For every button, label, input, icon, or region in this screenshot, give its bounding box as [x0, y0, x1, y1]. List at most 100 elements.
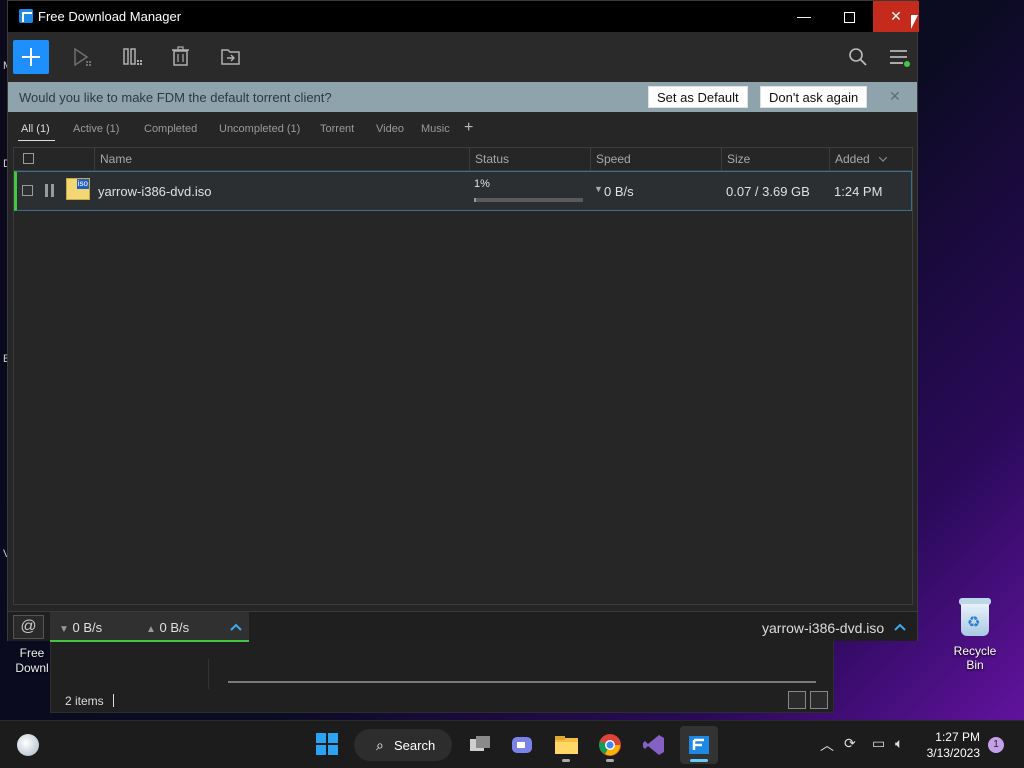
online-status-dot [904, 61, 910, 67]
tab-video[interactable]: Video [376, 123, 404, 135]
download-speed: ▼ 0 B/s [59, 620, 103, 635]
add-filter-button[interactable]: + [464, 119, 473, 137]
column-status[interactable]: Status [475, 152, 509, 166]
main-menu-button[interactable] [889, 48, 911, 68]
column-speed[interactable]: Speed [596, 152, 631, 166]
row-checkbox[interactable] [22, 185, 33, 196]
filter-tabs: All (1) Active (1) Completed Uncompleted… [8, 112, 917, 147]
divider [113, 694, 114, 707]
add-download-button[interactable] [13, 40, 49, 74]
speed-limit-snail-icon[interactable]: @ [13, 615, 44, 639]
iso-file-icon: iso [66, 178, 90, 200]
details-view-button[interactable] [788, 691, 806, 709]
taskbar-search[interactable]: ⌕ Search [354, 729, 452, 761]
recycle-bin-label: Recycle Bin [953, 644, 997, 672]
pause-all-button[interactable] [122, 46, 146, 70]
recycle-bin-icon: ♻ [958, 596, 992, 638]
mouse-cursor [911, 15, 918, 29]
maximize-icon [843, 11, 855, 23]
current-file-name[interactable]: yarrow-i386-dvd.iso [762, 620, 884, 636]
running-indicator [606, 759, 614, 762]
downloads-table: Name Status Speed Size Added iso yarrow-… [13, 147, 913, 605]
status-percent: 1% [474, 178, 490, 190]
resume-button[interactable] [71, 46, 95, 70]
table-header: Name Status Speed Size Added [14, 148, 912, 171]
tab-completed[interactable]: Completed [144, 123, 197, 135]
chevron-up-icon[interactable]: ︿ [820, 735, 834, 755]
toolbar [8, 32, 917, 82]
file-explorer-icon[interactable] [554, 733, 578, 757]
chevron-up-icon[interactable] [894, 623, 906, 631]
volume-icon[interactable]: 🔈︎ [895, 735, 903, 752]
download-arrow-icon: ▼ [594, 184, 603, 194]
row-added: 1:24 PM [834, 184, 883, 199]
search-label: Search [394, 738, 436, 753]
fdm-app-icon [19, 9, 33, 23]
delete-button[interactable] [171, 46, 191, 68]
search-button[interactable] [848, 47, 868, 67]
items-count: 2 items [65, 694, 104, 708]
desktop-shortcut-label: Free [19, 646, 45, 660]
row-size: 0.07 / 3.69 GB [726, 184, 810, 199]
trash-icon [173, 50, 188, 66]
running-indicator [562, 759, 570, 762]
maximize-button[interactable] [826, 1, 872, 32]
clock-date: 3/13/2023 [926, 746, 980, 760]
taskbar-clock[interactable]: 1:27 PM 3/13/2023 [924, 729, 980, 761]
column-name[interactable]: Name [100, 152, 132, 166]
pause-icon [123, 48, 129, 65]
speed-summary[interactable]: ▼ 0 B/s ▲ 0 B/s [50, 612, 249, 642]
fdm-window: Free Download Manager — ✕ Would you like… [7, 0, 919, 642]
banner-close-icon[interactable]: ✕ [889, 88, 901, 105]
tab-active[interactable]: Active (1) [73, 123, 119, 135]
teams-chat-icon[interactable] [510, 733, 534, 757]
tab-music[interactable]: Music [421, 123, 450, 135]
set-as-default-button[interactable]: Set as Default [648, 86, 748, 108]
play-icon [74, 47, 89, 67]
move-to-folder-button[interactable] [220, 47, 242, 67]
chrome-icon[interactable] [598, 733, 622, 757]
folder-icon [221, 49, 240, 65]
file-name: yarrow-i386-dvd.iso [98, 184, 212, 199]
tab-all[interactable]: All (1) [21, 123, 50, 135]
title-bar[interactable]: Free Download Manager — ✕ [8, 1, 919, 32]
start-button[interactable] [316, 733, 338, 755]
search-icon [849, 48, 863, 62]
upload-speed: ▲ 0 B/s [146, 620, 190, 635]
divider [208, 659, 209, 689]
table-row[interactable]: iso yarrow-i386-dvd.iso 1% ▼ 0 B/s 0.07 … [14, 171, 912, 211]
progress-bar [474, 198, 583, 202]
minimize-button[interactable]: — [781, 1, 827, 32]
tiles-view-button[interactable] [810, 691, 828, 709]
status-bar: @ ▼ 0 B/s ▲ 0 B/s yarrow-i386-dvd.iso [8, 611, 917, 642]
background-file-explorer: 2 items [50, 640, 834, 713]
window-title: Free Download Manager [38, 9, 182, 24]
notification-badge[interactable]: 1 [988, 737, 1004, 753]
weather-widget-icon[interactable] [17, 734, 39, 756]
row-speed: 0 B/s [604, 184, 634, 199]
recycle-bin[interactable]: ♻ Recycle Bin [944, 596, 1006, 672]
desktop-shortcut-fdm[interactable]: Free Downl [12, 646, 52, 676]
network-icon[interactable]: ▭ [872, 735, 885, 752]
chevron-up-icon [230, 623, 242, 631]
task-view-icon[interactable] [468, 733, 492, 757]
chevron-down-icon [879, 157, 887, 162]
column-added[interactable]: Added [835, 152, 870, 166]
progress-fill [474, 198, 477, 202]
search-icon: ⌕ [376, 737, 384, 753]
clock-time: 1:27 PM [935, 730, 980, 744]
select-all-checkbox[interactable] [23, 153, 34, 164]
active-tab-underline [18, 140, 55, 141]
pause-icon[interactable] [45, 184, 55, 197]
column-size[interactable]: Size [727, 152, 750, 166]
active-app-indicator [690, 759, 708, 762]
dont-ask-again-button[interactable]: Don't ask again [760, 86, 868, 108]
desktop-shortcut-label: Downl [15, 661, 49, 675]
taskbar: ⌕ Search ︿ ⟳ ▭ 🔈︎ 1:27 PM 3/13/2023 1 [0, 720, 1024, 768]
tab-torrent[interactable]: Torrent [320, 123, 354, 135]
tab-uncompleted[interactable]: Uncompleted (1) [219, 123, 300, 135]
default-client-banner: Would you like to make FDM the default t… [8, 82, 917, 112]
sync-icon[interactable]: ⟳ [844, 735, 856, 752]
visual-studio-icon[interactable] [642, 733, 666, 757]
divider [228, 681, 816, 683]
